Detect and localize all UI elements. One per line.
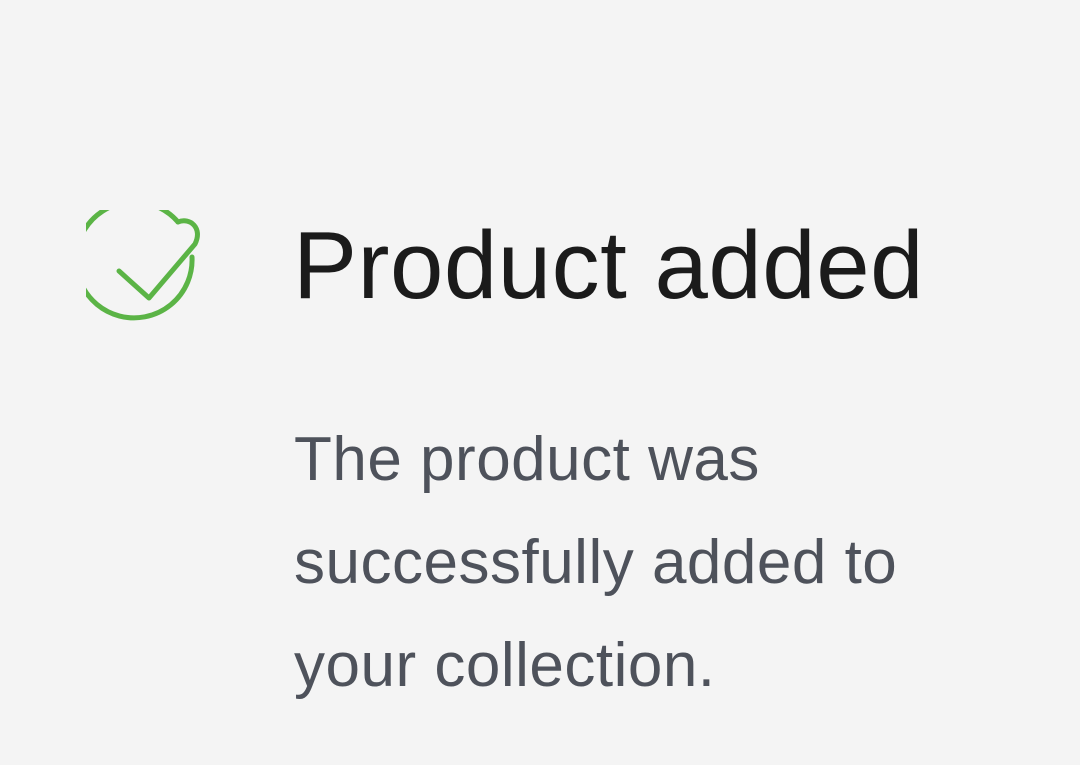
- message-line: successfully added to: [294, 528, 898, 597]
- success-notification: Product added The product was successful…: [0, 0, 1080, 765]
- notification-title: Product added: [293, 212, 924, 319]
- check-circle-icon: [86, 210, 214, 338]
- notification-message: The product was successfully added to yo…: [294, 408, 1014, 717]
- message-line: your collection.: [294, 631, 716, 700]
- message-line: The product was: [294, 425, 760, 494]
